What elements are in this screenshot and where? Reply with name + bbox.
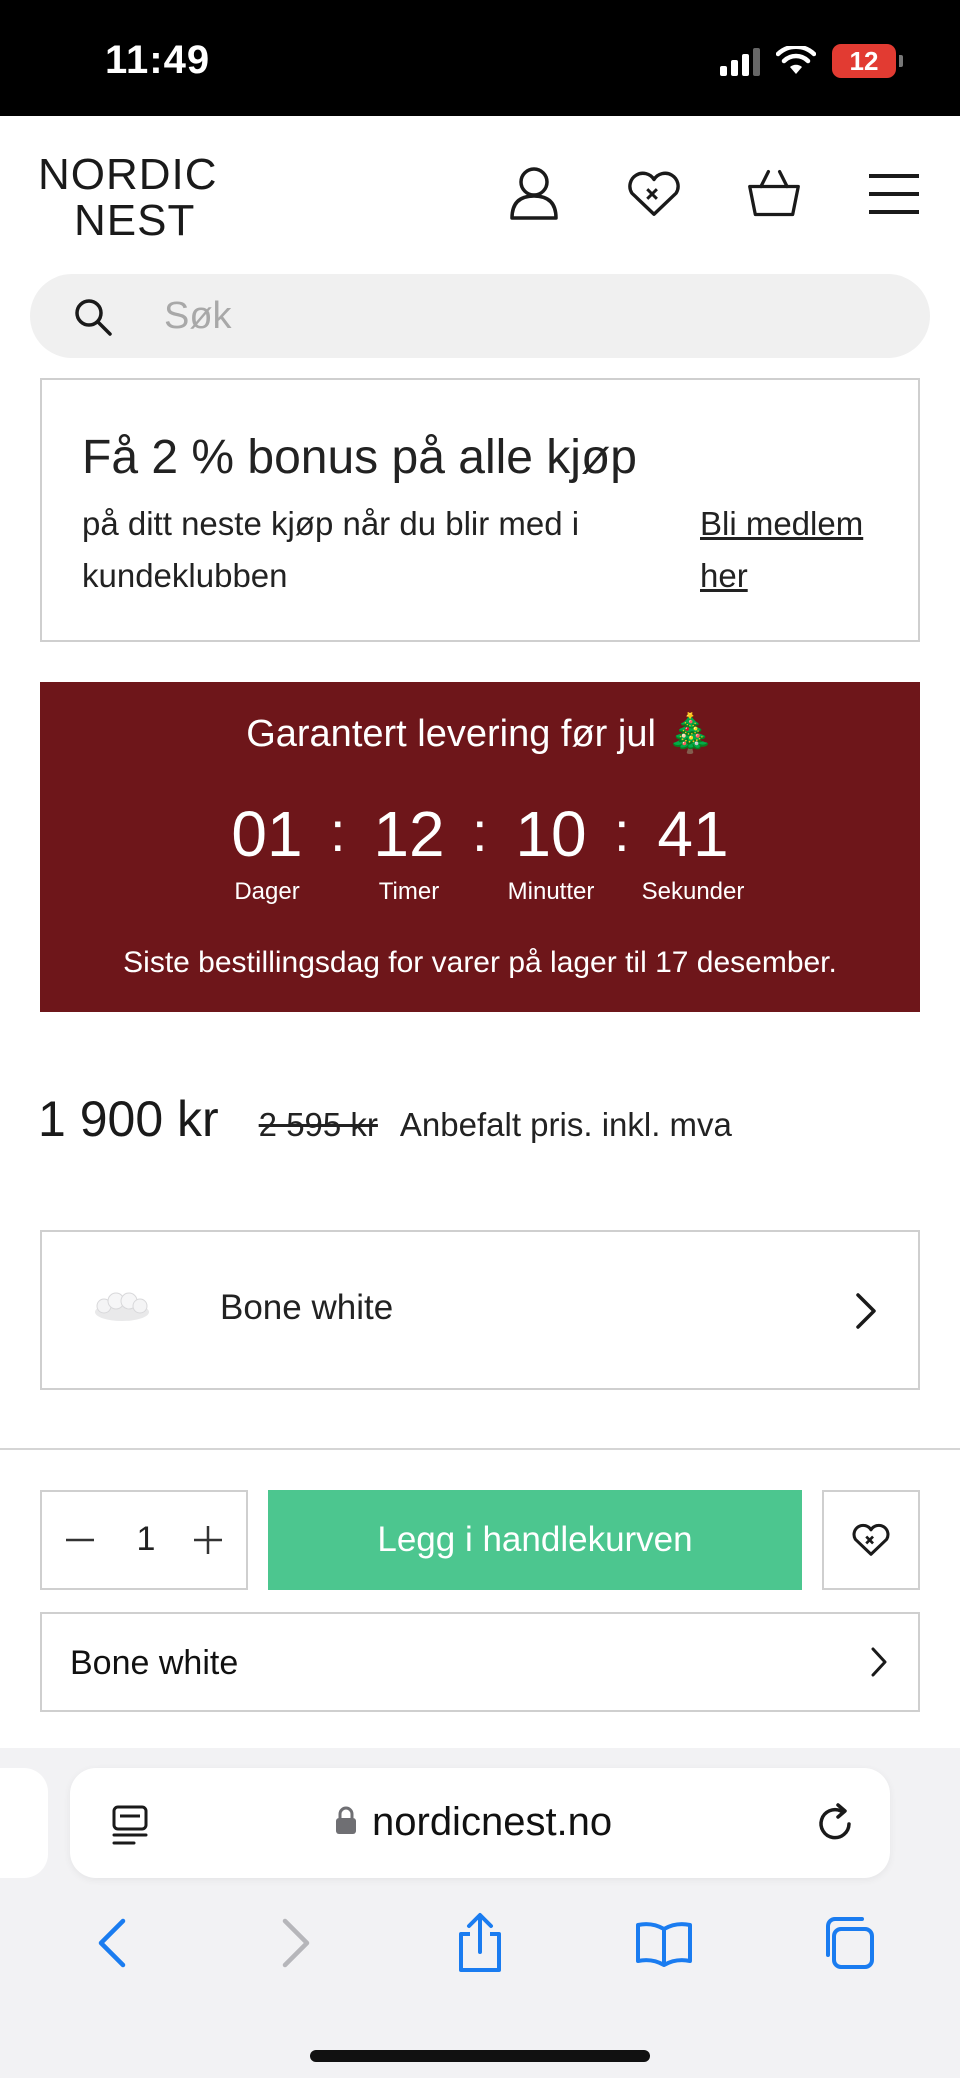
- chevron-right-icon: [871, 1647, 887, 1677]
- bookmarks-button[interactable]: [624, 1903, 704, 1983]
- original-price: 2 595 kr: [258, 1106, 378, 1143]
- bonus-title: Få 2 % bonus på alle kjøp: [82, 431, 637, 484]
- countdown-value: 10: [515, 798, 587, 870]
- variant-label: Bone white: [70, 1644, 239, 1682]
- join-club-link[interactable]: Bli medlem her: [700, 498, 900, 602]
- countdown-label: Dager: [234, 878, 300, 905]
- increase-quantity-button[interactable]: [186, 1518, 230, 1562]
- countdown-label: Minutter: [507, 878, 595, 905]
- share-icon: [459, 1913, 501, 1972]
- logo-line-1: NORDIC: [38, 150, 218, 199]
- chevron-left-icon: [98, 1918, 126, 1968]
- tabs-button[interactable]: [808, 1903, 888, 1983]
- reload-icon[interactable]: [816, 1802, 856, 1844]
- current-price: 1 900 kr: [38, 1091, 219, 1147]
- home-indicator: [310, 2050, 650, 2062]
- countdown-timer: 01 Dager : 12 Timer : 10 Minutter : 41 S…: [40, 802, 920, 906]
- countdown-hours: 12 Timer: [338, 802, 480, 906]
- forward-button[interactable]: [256, 1903, 336, 1983]
- book-icon: [636, 1922, 692, 1967]
- countdown-value: 12: [373, 798, 445, 870]
- nordic-nest-logo[interactable]: NORDIC NEST: [38, 152, 218, 244]
- tabs-icon: [826, 1917, 874, 1969]
- divider: [0, 1448, 960, 1450]
- menu-icon[interactable]: [866, 166, 922, 222]
- add-to-wishlist-button[interactable]: [822, 1490, 920, 1590]
- variant-label: Bone white: [220, 1288, 394, 1327]
- price-note: Anbefalt pris. inkl. mva: [399, 1106, 732, 1143]
- decrease-quantity-button[interactable]: [58, 1518, 102, 1562]
- cellular-signal-icon: [720, 46, 760, 76]
- status-bar: 11:49 12: [0, 0, 960, 116]
- logo-line-2: NEST: [74, 196, 196, 245]
- search-icon: [75, 299, 112, 336]
- heart-icon: [852, 1523, 890, 1556]
- plus-icon: [194, 1526, 222, 1554]
- site-header: NORDIC NEST: [0, 116, 960, 276]
- countdown-label: Timer: [378, 878, 440, 905]
- product-thumbnail: [95, 1292, 149, 1321]
- variant-selector-sticky[interactable]: Bone white: [40, 1612, 920, 1712]
- countdown-minutes: 10 Minutter: [480, 802, 622, 906]
- header-icons: [506, 166, 922, 222]
- countdown-seconds: 41 Sekunder: [622, 802, 764, 906]
- wifi-icon: [776, 46, 816, 74]
- reader-mode-icon[interactable]: [110, 1804, 150, 1846]
- browser-toolbar: [0, 1898, 960, 1988]
- quantity-stepper: 1: [40, 1490, 248, 1590]
- previous-tab-peek[interactable]: [0, 1768, 48, 1878]
- url-text: nordicnest.no: [372, 1800, 613, 1844]
- bonus-club-banner: Få 2 % bonus på alle kjøp på ditt neste …: [40, 378, 920, 642]
- quantity-value[interactable]: 1: [118, 1520, 174, 1559]
- browser-chrome: nordicnest.no: [0, 1748, 960, 2078]
- address-bar[interactable]: nordicnest.no: [70, 1768, 890, 1878]
- search-input[interactable]: [164, 288, 864, 344]
- variant-selector[interactable]: Bone white: [40, 1230, 920, 1390]
- countdown-value: 01: [231, 798, 303, 870]
- battery-icon: 12: [832, 44, 903, 78]
- wishlist-heart-icon[interactable]: [626, 166, 682, 222]
- price-row: 1 900 kr 2 595 kr Anbefalt pris. inkl. m…: [38, 1090, 732, 1148]
- christmas-banner-title: Garantert levering før jul 🎄: [246, 713, 714, 755]
- countdown-value: 41: [657, 798, 729, 870]
- christmas-banner-note: Siste bestillingsdag for varer på lager …: [123, 946, 837, 979]
- countdown-label: Sekunder: [641, 878, 745, 905]
- minus-icon: [66, 1538, 94, 1542]
- search-bar[interactable]: [30, 274, 930, 358]
- lock-icon: [336, 1806, 356, 1834]
- status-icons: 12: [720, 44, 903, 78]
- back-button[interactable]: [72, 1903, 152, 1983]
- basket-icon[interactable]: [746, 166, 802, 222]
- christmas-delivery-banner: Garantert levering før jul 🎄 01 Dager : …: [40, 682, 920, 1012]
- share-button[interactable]: [440, 1903, 520, 1983]
- countdown-days: 01 Dager: [196, 802, 338, 906]
- account-icon[interactable]: [506, 166, 562, 222]
- status-time: 11:49: [105, 38, 211, 82]
- chevron-right-icon: [856, 1293, 876, 1329]
- chevron-right-icon: [282, 1918, 310, 1968]
- add-to-cart-button[interactable]: Legg i handlekurven: [268, 1490, 802, 1590]
- bonus-text: på ditt neste kjøp når du blir med i kun…: [82, 505, 580, 594]
